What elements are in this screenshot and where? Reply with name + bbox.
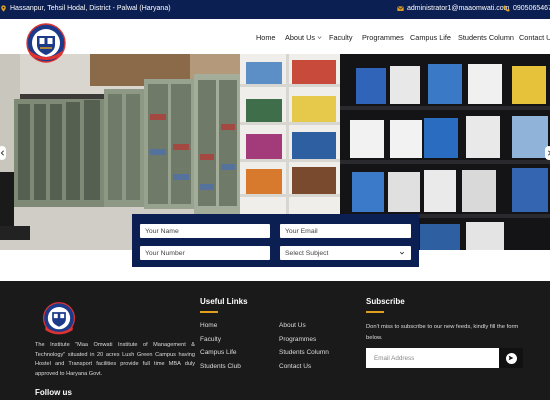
nav-home-label[interactable]: Home (256, 33, 275, 42)
number-input[interactable]: Your Number (140, 246, 270, 260)
footer-link-campus-life[interactable]: Campus Life (200, 349, 241, 363)
nav-item-faculty[interactable]: Faculty (329, 33, 353, 42)
useful-links-col1: Home Faculty Campus Life Students Club (200, 322, 241, 376)
nav-faculty-label[interactable]: Faculty (329, 33, 353, 42)
footer-link-contact-us[interactable]: Contact Us (279, 363, 329, 377)
slider-next-button[interactable] (545, 146, 550, 160)
site-footer: The Institute "Maa Omwati Institute of M… (0, 281, 550, 400)
site-header: Home About Us Faculty Programmes Campus … (0, 19, 550, 63)
subscribe-email-placeholder: Email Address (374, 354, 415, 362)
nav-programmes-label[interactable]: Programmes (362, 33, 404, 42)
subscribe-send-button[interactable] (499, 348, 523, 368)
address-text: Hassanpur, Tehsil Hodal, District - Palw… (10, 5, 171, 12)
footer-link-students-column[interactable]: Students Column (279, 349, 329, 363)
phone-info[interactable]: 09050654670 (503, 5, 550, 12)
useful-links-heading: Useful Links (200, 297, 248, 313)
subscribe-email-input[interactable]: Email Address (366, 348, 499, 368)
email-info[interactable]: administrator1@maaomwati.com (397, 5, 509, 12)
subscribe-title: Subscribe (366, 297, 405, 306)
subscribe-heading: Subscribe (366, 297, 405, 313)
name-placeholder: Your Name (145, 227, 179, 235)
nav-item-contact-us[interactable]: Contact Us (519, 33, 550, 42)
nav-item-about-us[interactable]: About Us (285, 33, 322, 42)
nav-students-label[interactable]: Students Column (458, 33, 514, 42)
chevron-down-icon (317, 35, 322, 40)
chevron-right-icon (547, 150, 550, 156)
enquiry-form: Your Name Your Email Your Number Select … (132, 214, 419, 267)
nav-item-home[interactable]: Home (256, 33, 275, 42)
paper-plane-icon (505, 352, 517, 364)
number-placeholder: Your Number (145, 249, 185, 257)
phone-text[interactable]: 09050654670 (513, 5, 550, 12)
nav-contact-label[interactable]: Contact Us (519, 33, 550, 42)
footer-link-about-us[interactable]: About Us (279, 322, 329, 336)
footer-link-faculty[interactable]: Faculty (200, 336, 241, 350)
nav-about-label[interactable]: About Us (285, 33, 315, 42)
chevron-down-icon (399, 250, 405, 256)
heading-underline (200, 311, 218, 313)
nav-item-campus-life[interactable]: Campus Life (410, 33, 451, 42)
address-info: Hassanpur, Tehsil Hodal, District - Palw… (0, 5, 171, 12)
about-text: The Institute "Maa Omwati Institute of M… (35, 342, 195, 377)
subject-selected: Select Subject (285, 249, 329, 257)
footer-link-students-club[interactable]: Students Club (200, 363, 241, 377)
subject-select[interactable]: Select Subject (280, 246, 411, 260)
name-input[interactable]: Your Name (140, 224, 270, 238)
useful-links-col2: About Us Programmes Students Column Cont… (279, 322, 329, 376)
phone-icon (503, 5, 510, 12)
follow-us-heading: Follow us (35, 388, 72, 397)
email-input[interactable]: Your Email (280, 224, 411, 238)
nav-campus-label[interactable]: Campus Life (410, 33, 451, 42)
footer-link-home[interactable]: Home (200, 322, 241, 336)
heading-underline (366, 311, 384, 313)
footer-link-programmes[interactable]: Programmes (279, 336, 329, 350)
institute-logo[interactable] (25, 22, 67, 64)
top-info-bar: Hassanpur, Tehsil Hodal, District - Palw… (0, 0, 550, 19)
nav-item-programmes[interactable]: Programmes (362, 33, 404, 42)
email-text[interactable]: administrator1@maaomwati.com (407, 5, 509, 12)
chevron-left-icon (0, 150, 4, 156)
nav-item-students-column[interactable]: Students Column (458, 33, 514, 42)
footer-logo[interactable] (40, 301, 78, 337)
email-placeholder: Your Email (285, 227, 318, 235)
map-marker-icon (0, 5, 7, 12)
slider-prev-button[interactable] (0, 146, 6, 160)
subscribe-text: Don't miss to subscribe to our new feeds… (366, 324, 519, 341)
useful-links-title: Useful Links (200, 297, 248, 306)
envelope-icon (397, 5, 404, 12)
